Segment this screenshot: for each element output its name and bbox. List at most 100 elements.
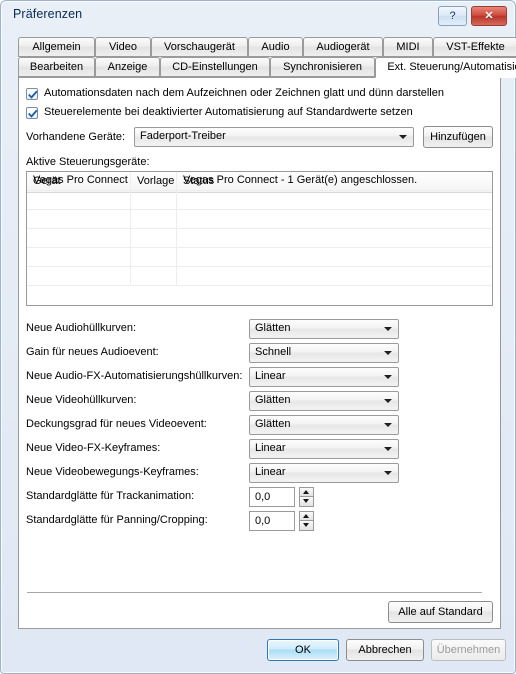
checkbox-label: Automationsdaten nach dem Aufzeichnen od… [44,87,444,99]
setting-label-8: Standardglätte für Panning/Cropping: [26,514,208,526]
chevron-down-icon [384,351,392,355]
setting-label-2: Neue Audio-FX-Automatisierungshüllkurven… [26,370,243,382]
setting-combo-6[interactable]: Linear [249,463,399,483]
setting-spinner-8[interactable]: 0,0 [249,511,315,531]
chevron-down-icon [384,423,392,427]
tab-audio[interactable]: Audio [248,37,303,57]
table-cell-status: Vegas Pro Connect - 1 Gerät(e) angeschlo… [183,174,418,186]
table-cell-geraet [27,229,131,247]
table-row[interactable] [27,229,492,248]
setting-spinner-7[interactable]: 0,0 [249,487,315,507]
checkbox-icon [26,88,38,100]
table-cell-geraet: Vegas Pro Connect [27,172,131,190]
chevron-down-icon [399,135,407,139]
table-cell-status [177,210,492,228]
setting-spinner-value-7[interactable]: 0,0 [249,487,295,507]
available-devices-value: Faderport-Treiber [140,130,226,142]
setting-label-3: Neue Videohüllkurven: [26,394,137,406]
table-cell-vorlage [131,248,177,266]
help-button[interactable]: ? [438,6,467,26]
table-row[interactable] [27,210,492,229]
setting-combo-1[interactable]: Schnell [249,343,399,363]
window-title: Präferenzen [13,7,83,21]
ok-button[interactable]: OK [267,639,339,661]
table-cell-vorlage [131,229,177,247]
setting-combo-value-1: Schnell [255,346,292,358]
setting-label-4: Deckungsgrad für neues Videoevent: [26,418,207,430]
title-bar: Präferenzen ? ✕ [1,1,515,30]
tab-anzeige[interactable]: Anzeige [95,57,160,77]
chevron-down-icon [384,471,392,475]
cancel-button[interactable]: Abbrechen [346,639,424,661]
setting-combo-value-0: Glätten [255,322,291,334]
setting-label-0: Neue Audiohüllkurven: [26,322,137,334]
checkbox-label: Steuerelemente bei deaktivierter Automat… [44,106,413,118]
table-cell-vorlage [131,191,177,209]
table-cell-geraet [27,248,131,266]
table-row[interactable] [27,191,492,210]
setting-spinner-value-8[interactable]: 0,0 [249,511,295,531]
tab-audioger-t[interactable]: Audiogerät [303,37,383,57]
spinner-down-icon[interactable] [299,521,314,531]
setting-combo-0[interactable]: Glätten [249,319,399,339]
setting-combo-value-6: Linear [255,466,286,478]
setting-combo-value-4: Glätten [255,418,291,430]
tab-midi[interactable]: MIDI [383,37,433,57]
setting-label-6: Neue Videobewegungs-Keyframes: [26,466,199,478]
setting-combo-5[interactable]: Linear [249,439,399,459]
spinner-buttons [299,487,314,507]
add-device-button[interactable]: Hinzufügen [423,126,493,148]
table-cell-vorlage [131,210,177,228]
setting-label-1: Gain für neues Audioevent: [26,346,159,358]
tab-row-bottom: Bearbeiten Anzeige CD-Einstellungen Synchro… [18,57,516,78]
chevron-down-icon [384,399,392,403]
tab-cd-einstellungen[interactable]: CD-Einstellungen [160,57,270,77]
tab-page-ext-steuerung: Automationsdaten nach dem Aufzeichnen od… [18,77,501,629]
chevron-down-icon [384,375,392,379]
setting-combo-value-2: Linear [255,370,286,382]
reset-all-to-default-button[interactable]: Alle auf Standard [388,601,493,623]
table-cell-status [177,248,492,266]
table-row[interactable]: Vegas Pro Connect Vegas Pro Connect - 1 G… [27,172,492,191]
setting-combo-3[interactable]: Glätten [249,391,399,411]
checkbox-icon [26,107,38,119]
table-cell-status [177,229,492,247]
tab-strip: Allgemein Video Vorschaugerät Audio Audioger… [18,37,516,78]
question-mark-icon: ? [449,10,456,22]
close-icon: ✕ [484,10,494,22]
tab-allgemein[interactable]: Allgemein [18,37,95,57]
table-cell-geraet [27,267,131,285]
available-devices-label: Vorhandene Geräte: [26,131,126,143]
tab-synchronisieren[interactable]: Synchronisieren [270,57,375,77]
active-devices-label: Aktive Steuerungsgeräte: [26,156,150,168]
setting-label-5: Neue Video-FX-Keyframes: [26,442,161,454]
tab-row-top: Allgemein Video Vorschaugerät Audio Audioger… [18,37,516,57]
tab-vorschauger-t[interactable]: Vorschaugerät [151,37,248,57]
table-cell-geraet [27,210,131,228]
spinner-buttons [299,511,314,531]
setting-combo-value-3: Glätten [255,394,291,406]
available-devices-combo[interactable]: Faderport-Treiber [134,127,414,147]
active-devices-list[interactable]: Gerät Vorlage Status Vegas Pro Connect Vega… [26,171,493,306]
table-cell-vorlage [131,267,177,285]
tab-vst-effekte[interactable]: VST-Effekte [433,37,516,57]
spinner-up-icon[interactable] [299,487,314,497]
tab-video[interactable]: Video [95,37,151,57]
close-button[interactable]: ✕ [471,6,507,26]
setting-combo-2[interactable]: Linear [249,367,399,387]
table-row[interactable] [27,248,492,267]
tab-ext-steuerung-automatisierung[interactable]: Ext. Steuerung/Automatisierung [375,57,516,78]
chevron-down-icon [384,327,392,331]
setting-combo-4[interactable]: Glätten [249,415,399,435]
divider [27,592,482,593]
apply-button: Übernehmen [431,639,506,661]
table-cell-vorlage [131,172,177,190]
table-row[interactable] [27,267,492,286]
spinner-down-icon[interactable] [299,497,314,507]
tab-bearbeiten[interactable]: Bearbeiten [18,57,95,77]
setting-label-7: Standardglätte für Trackanimation: [26,490,195,502]
table-cell-status [177,191,492,209]
preferences-dialog: Präferenzen ? ✕ Allgemein Video Vorschauge… [0,0,516,674]
spinner-up-icon[interactable] [299,511,314,521]
chevron-down-icon [384,447,392,451]
